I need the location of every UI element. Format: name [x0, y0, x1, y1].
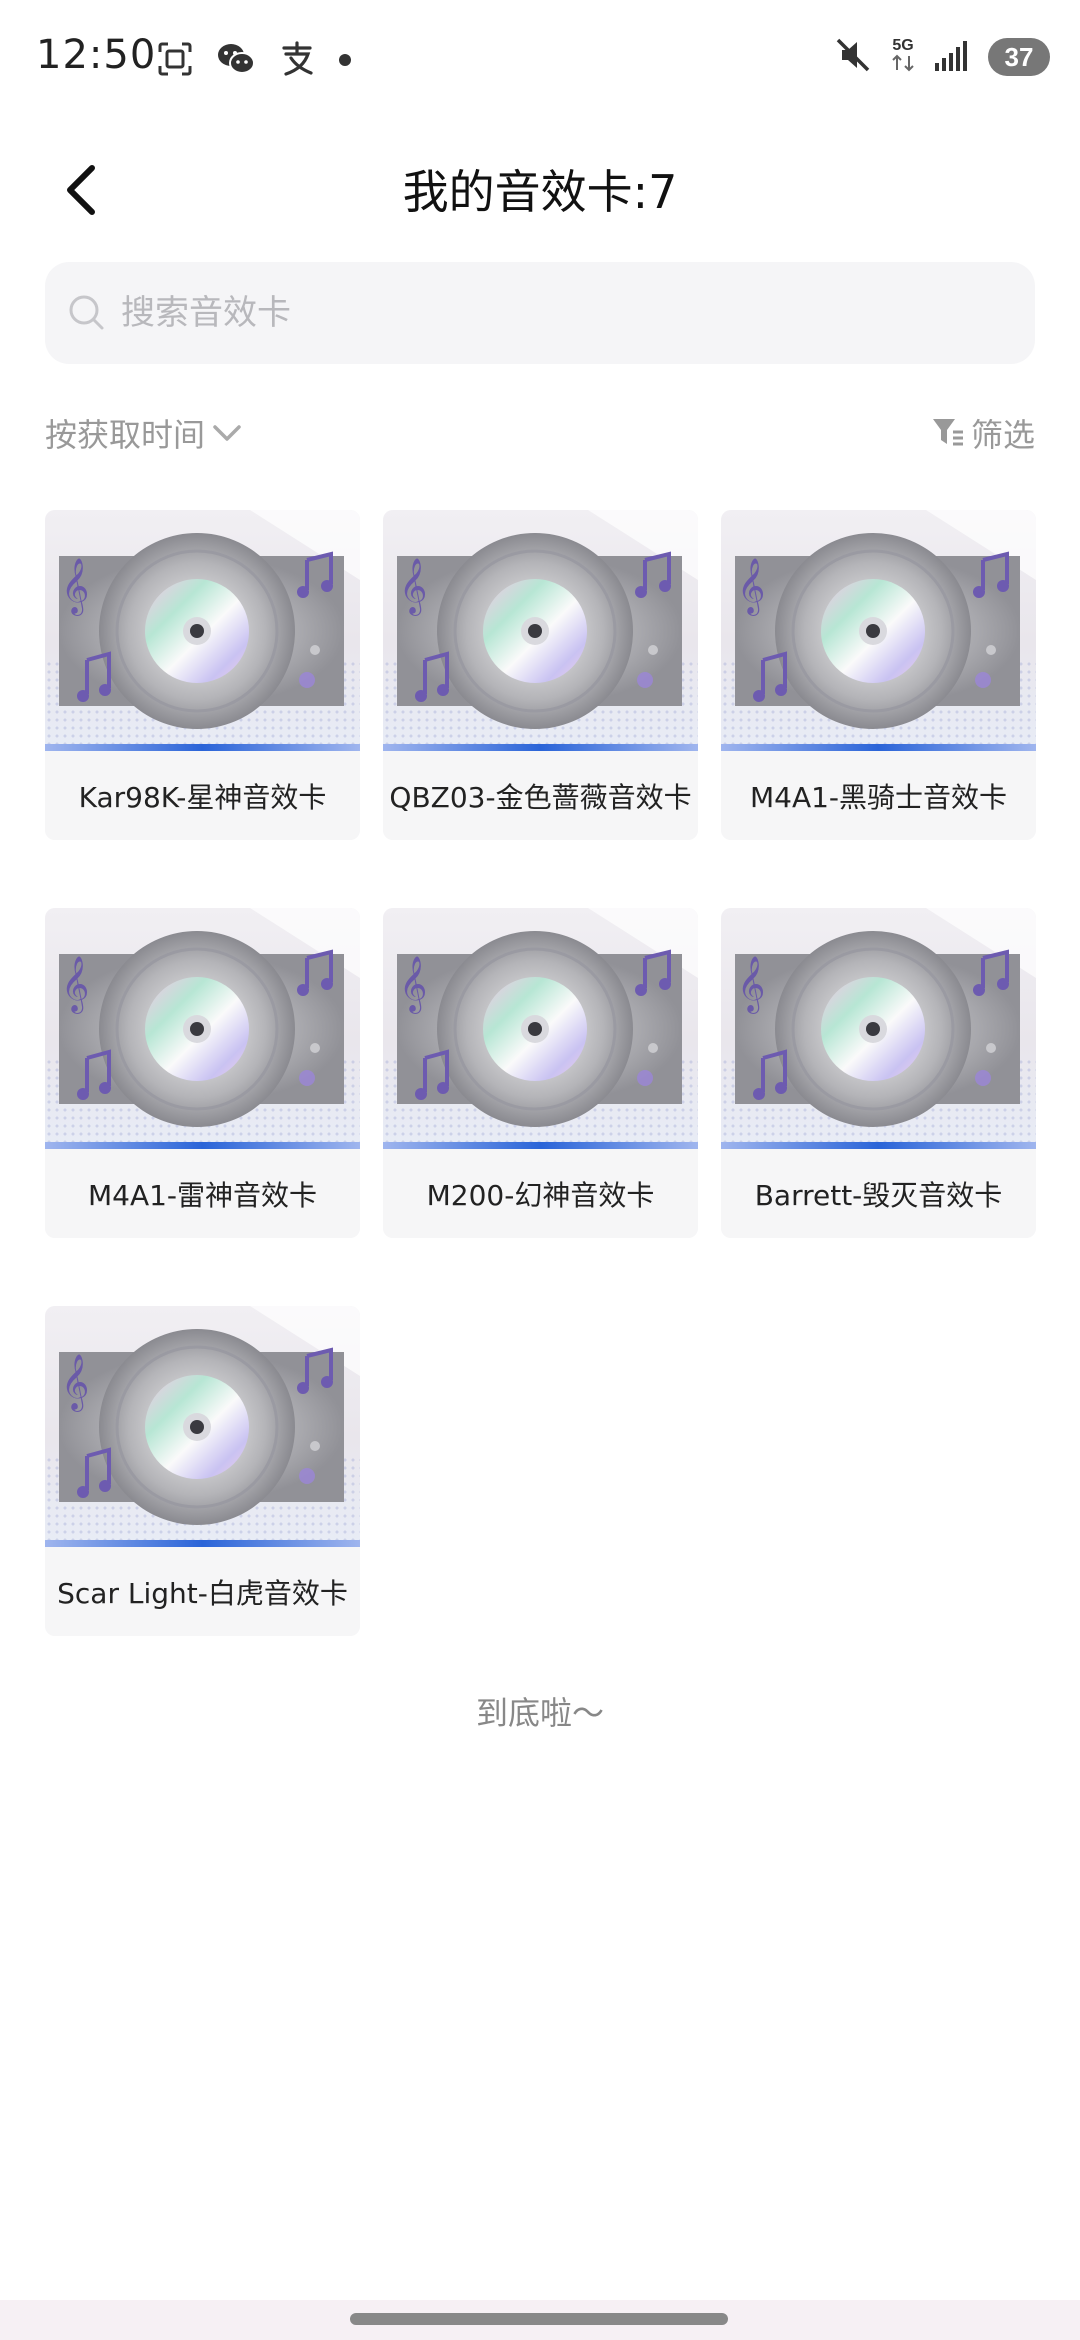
- svg-text:𝄞: 𝄞: [399, 956, 427, 1014]
- sort-by-time-button[interactable]: 按获取时间: [45, 410, 243, 456]
- alipay-icon: [278, 40, 316, 82]
- sound-card-label: Scar Light-白虎音效卡: [45, 1547, 360, 1636]
- signal-icon: [934, 39, 970, 75]
- sound-card-label: Kar98K-星神音效卡: [45, 751, 360, 840]
- sort-label: 按获取时间: [45, 416, 206, 454]
- sound-card[interactable]: 𝄞 Kar98K-星神音效卡: [45, 510, 360, 840]
- svg-text:𝄞: 𝄞: [737, 558, 765, 616]
- svg-text:𝄞: 𝄞: [61, 956, 89, 1014]
- network-5g-icon: 5G: [890, 38, 916, 76]
- page-title: 我的音效卡:7: [402, 165, 678, 219]
- card-accent-bar: [721, 744, 1036, 751]
- sound-card[interactable]: 𝄞 M4A1-雷神音效卡: [45, 908, 360, 1238]
- search-icon: [67, 293, 107, 333]
- filter-button[interactable]: 筛选: [931, 410, 1035, 456]
- sound-card[interactable]: 𝄞 Scar Light-白虎音效卡: [45, 1306, 360, 1636]
- sound-card-image: 𝄞: [721, 908, 1036, 1148]
- card-accent-bar: [383, 744, 698, 751]
- sound-card-image: 𝄞: [721, 510, 1036, 750]
- sound-card[interactable]: 𝄞 QBZ03-金色蔷薇音效卡: [383, 510, 698, 840]
- search-bar[interactable]: [45, 262, 1035, 364]
- svg-text:𝄞: 𝄞: [61, 558, 89, 616]
- status-bar: 12:50 5G 37: [0, 0, 1080, 120]
- sound-card-label: QBZ03-金色蔷薇音效卡: [383, 751, 698, 840]
- card-accent-bar: [721, 1142, 1036, 1149]
- chevron-down-icon: [213, 425, 241, 441]
- network-label: 5G: [892, 37, 914, 54]
- sound-card-label: M200-幻神音效卡: [383, 1149, 698, 1238]
- end-of-list-text: 到底啦～: [475, 1694, 604, 1732]
- sound-card-label: M4A1-雷神音效卡: [45, 1149, 360, 1238]
- sound-card[interactable]: 𝄞 Barrett-毁灭音效卡: [721, 908, 1036, 1238]
- sound-card-image: 𝄞: [45, 1306, 360, 1546]
- sound-card-label: M4A1-黑骑士音效卡: [721, 751, 1036, 840]
- card-accent-bar: [383, 1142, 698, 1149]
- sound-card[interactable]: 𝄞 M200-幻神音效卡: [383, 908, 698, 1238]
- sound-card[interactable]: 𝄞 M4A1-黑骑士音效卡: [721, 510, 1036, 840]
- card-accent-bar: [45, 1540, 360, 1547]
- svg-text:𝄞: 𝄞: [61, 1354, 89, 1412]
- mute-icon: [834, 36, 872, 78]
- battery-icon: 37: [988, 38, 1050, 76]
- screenshot-icon: [156, 40, 194, 82]
- filter-label: 筛选: [970, 416, 1035, 454]
- sound-card-image: 𝄞: [45, 908, 360, 1148]
- header: 我的音效卡:7: [0, 130, 1080, 240]
- filter-icon: [932, 419, 963, 446]
- status-icons-left: [156, 40, 352, 82]
- wechat-icon: [216, 41, 256, 81]
- home-indicator[interactable]: [350, 2313, 728, 2325]
- sound-card-page: 12:50 5G 37 我的音效卡:7 搜索音效卡 按获取时间 筛选 𝄞 Kar…: [0, 0, 1080, 2340]
- search-input[interactable]: [119, 292, 1003, 334]
- status-icons-right: 5G 37: [834, 36, 1050, 78]
- sound-card-image: 𝄞: [45, 510, 360, 750]
- sound-card-label: Barrett-毁灭音效卡: [721, 1149, 1036, 1238]
- dot-icon: [338, 52, 352, 71]
- status-time: 12:50: [36, 32, 157, 78]
- sound-card-image: 𝄞: [383, 908, 698, 1148]
- sound-card-image: 𝄞: [383, 510, 698, 750]
- svg-text:𝄞: 𝄞: [737, 956, 765, 1014]
- card-accent-bar: [45, 1142, 360, 1149]
- svg-text:𝄞: 𝄞: [399, 558, 427, 616]
- card-accent-bar: [45, 744, 360, 751]
- sort-filter-row: 按获取时间 筛选: [45, 410, 1035, 460]
